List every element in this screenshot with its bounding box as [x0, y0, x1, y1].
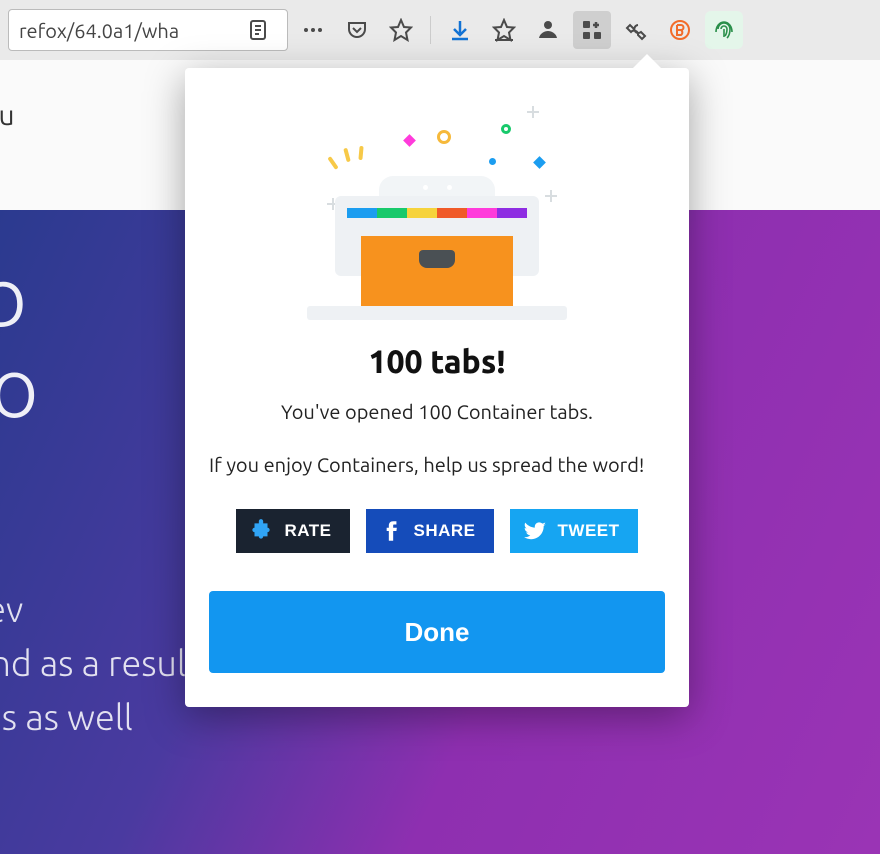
url-bar[interactable]: refox/64.0a1/wha: [8, 9, 288, 51]
library-icon[interactable]: [485, 11, 523, 49]
tweet-label: TWEET: [558, 521, 620, 541]
popover-illustration: [287, 98, 587, 328]
downloads-icon[interactable]: [441, 11, 479, 49]
milestone-popover: 100 tabs! You've opened 100 Container ta…: [185, 68, 689, 707]
puzzle-icon: [248, 518, 274, 544]
containers-icon[interactable]: [573, 11, 611, 49]
facebook-icon: [378, 518, 404, 544]
twitter-tweet-button[interactable]: TWEET: [510, 509, 638, 553]
separator: [430, 16, 431, 44]
share-button-row: RATE SHARE TWEET: [209, 509, 665, 553]
stripe-bar: [347, 208, 527, 218]
page-actions-icon[interactable]: [294, 11, 332, 49]
devtools-wrench-icon[interactable]: [617, 11, 655, 49]
popover-body: If you enjoy Containers, help us spread …: [209, 451, 665, 479]
twitter-icon: [522, 518, 548, 544]
done-button[interactable]: Done: [209, 591, 665, 673]
bookmark-star-icon[interactable]: [382, 11, 420, 49]
rate-button[interactable]: RATE: [236, 509, 349, 553]
popover-title: 100 tabs!: [209, 344, 665, 380]
extension-b-icon[interactable]: [661, 11, 699, 49]
rate-label: RATE: [284, 521, 331, 541]
url-text: refox/64.0a1/wha: [19, 19, 229, 42]
popover-subtitle: You've opened 100 Container tabs.: [209, 400, 665, 423]
reader-mode-icon[interactable]: [239, 11, 277, 49]
facebook-share-button[interactable]: SHARE: [366, 509, 494, 553]
share-label: SHARE: [414, 521, 476, 541]
fingerprint-icon[interactable]: [705, 11, 743, 49]
browser-toolbar: refox/64.0a1/wha: [0, 0, 880, 60]
account-icon[interactable]: [529, 11, 567, 49]
pocket-icon[interactable]: [338, 11, 376, 49]
